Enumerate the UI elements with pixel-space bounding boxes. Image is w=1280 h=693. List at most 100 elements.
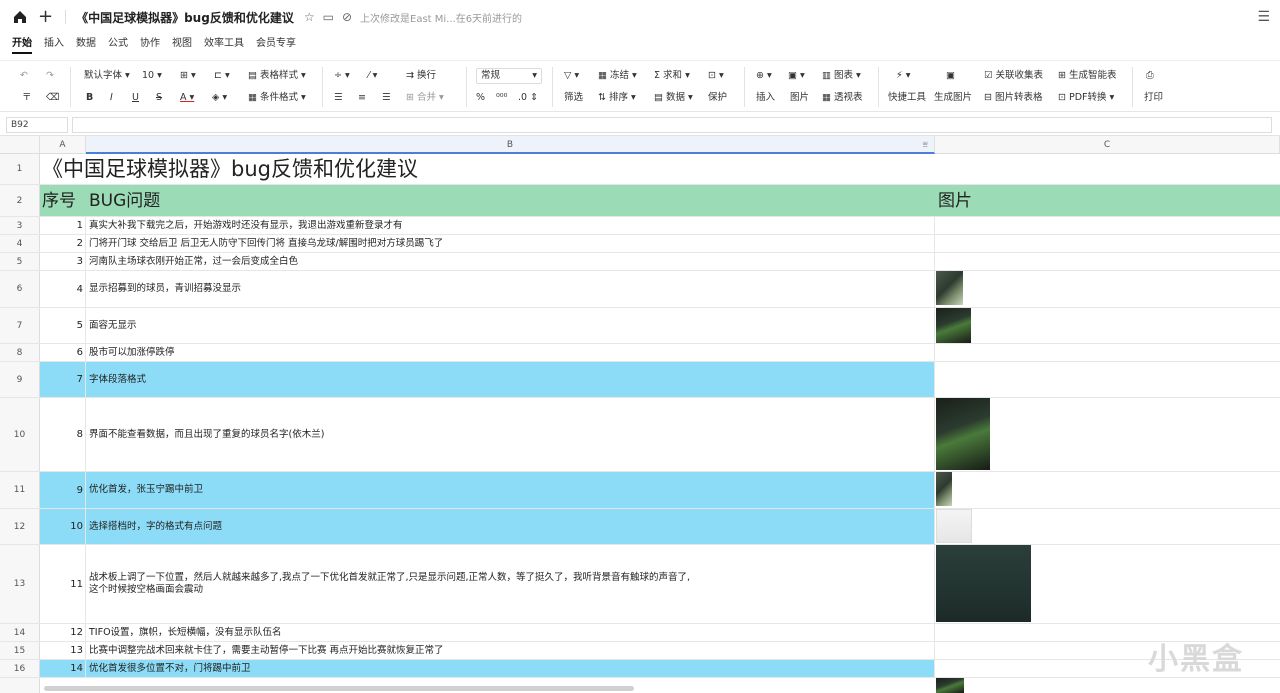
screenshot-thumbnail[interactable] xyxy=(936,271,963,305)
cell-bug[interactable]: 门将开门球 交给后卫 后卫无人防守下回传门将 直接乌龙球/解围时把对方球员踢飞了 xyxy=(86,235,935,252)
cell-image[interactable] xyxy=(935,509,1280,544)
align-right-icon[interactable]: ☰ xyxy=(382,87,391,109)
column-header-a[interactable]: A xyxy=(40,136,86,154)
italic-icon[interactable]: I xyxy=(110,87,113,109)
cell-index[interactable]: 2 xyxy=(40,235,86,252)
cell-bug[interactable]: 选择搭档时，字的格式有点问题 xyxy=(86,509,935,544)
cell-image[interactable] xyxy=(935,253,1280,270)
tab-efficiency[interactable]: 效率工具 xyxy=(204,34,244,54)
img-to-table-button[interactable]: ⊟ 图片转表格 xyxy=(984,87,1043,109)
thousands-icon[interactable]: ⁰⁰⁰ xyxy=(496,87,507,109)
merge-button[interactable]: ⊞ 合并 ▾ xyxy=(406,87,444,109)
row-number[interactable]: 9 xyxy=(0,362,40,397)
sum-button[interactable]: Σ 求和 ▾ xyxy=(654,65,690,87)
column-header-b[interactable]: B ⩸ xyxy=(86,136,935,154)
select-all-corner[interactable] xyxy=(0,136,40,154)
cell-image[interactable] xyxy=(935,271,1280,307)
tab-start[interactable]: 开始 xyxy=(12,34,32,54)
cell-image[interactable] xyxy=(935,472,1280,508)
screenshot-thumbnail[interactable] xyxy=(936,678,964,693)
screenshot-thumbnail[interactable] xyxy=(936,398,990,470)
bold-icon[interactable]: B xyxy=(86,87,93,109)
cond-format-button[interactable]: ▦ 条件格式 ▾ xyxy=(248,87,306,109)
filter-button[interactable]: 筛选 xyxy=(564,87,583,109)
redo-icon[interactable]: ↷ xyxy=(46,65,54,87)
protect-button[interactable]: 保护 xyxy=(708,87,727,109)
smart-table-button[interactable]: ⊞ 生成智能表 xyxy=(1058,65,1117,87)
cell-image[interactable] xyxy=(935,362,1280,397)
cell-image[interactable] xyxy=(935,235,1280,252)
header-image[interactable]: 图片 xyxy=(938,185,972,217)
cell-bug[interactable]: 界面不能查看数据，而且出现了重复的球员名字(依木兰) xyxy=(86,398,935,471)
cell-index[interactable]: 5 xyxy=(40,308,86,343)
text-orient-icon[interactable]: ⁄ ▾ xyxy=(368,65,377,87)
pdf-button[interactable]: ⊡ PDF转换 ▾ xyxy=(1058,87,1114,109)
cell-bug[interactable]: 显示招募到的球员，青训招募没显示 xyxy=(86,271,935,307)
sheet-title[interactable]: 《中国足球模拟器》bug反馈和优化建议 xyxy=(42,154,418,185)
sort-button[interactable]: ⇅ 排序 ▾ xyxy=(598,87,636,109)
cell-bug[interactable]: 战术板上调了一下位置，然后人就越来越多了,我点了一下优化首发就正常了,只是显示问… xyxy=(86,545,935,623)
row-number[interactable]: 3 xyxy=(0,217,40,234)
freeze-button[interactable]: ▦ 冻结 ▾ xyxy=(598,65,637,87)
insert-button[interactable]: 插入 xyxy=(756,87,775,109)
row-number[interactable]: 14 xyxy=(0,624,40,641)
formula-input[interactable] xyxy=(72,117,1272,133)
cell-bug[interactable]: 面容无显示 xyxy=(86,308,935,343)
cell-index[interactable]: 8 xyxy=(40,398,86,471)
cell-index[interactable]: 12 xyxy=(40,624,86,641)
tab-formula[interactable]: 公式 xyxy=(108,34,128,54)
cell-bug[interactable]: 比赛中调整完战术回来就卡住了，需要主动暂停一下比赛 再点开始比赛就恢复正常了 xyxy=(86,642,935,659)
filter-icon[interactable]: ▽ ▾ xyxy=(564,65,579,87)
row-number[interactable]: 10 xyxy=(0,398,40,471)
screenshot-thumbnail[interactable] xyxy=(936,545,1031,622)
cell-image[interactable] xyxy=(935,344,1280,361)
header-index[interactable]: 序号 xyxy=(42,185,76,217)
screenshot-thumbnail[interactable] xyxy=(936,308,971,343)
cell-size-icon[interactable]: ⊏ ▾ xyxy=(214,65,230,87)
cell-bug[interactable]: 股市可以加涨停跌停 xyxy=(86,344,935,361)
hamburger-menu-icon[interactable]: ☰ xyxy=(1257,9,1270,25)
collect-button[interactable]: ☑ 关联收集表 xyxy=(984,65,1043,87)
print-button[interactable]: 打印 xyxy=(1144,87,1163,109)
fill-color-icon[interactable]: ◈ ▾ xyxy=(212,87,227,109)
column-header-c[interactable]: C xyxy=(935,136,1280,154)
row-number[interactable]: 4 xyxy=(0,235,40,252)
table-style-button[interactable]: ▤ 表格样式 ▾ xyxy=(248,65,306,87)
row-number[interactable]: 1 xyxy=(0,154,40,184)
cell-bug[interactable]: TIFO设置，旗帜，长短横幅，没有显示队伍名 xyxy=(86,624,935,641)
font-color-icon[interactable]: A ▾ xyxy=(180,87,194,109)
format-painter-icon[interactable]: 〒 xyxy=(22,87,32,109)
last-modified-status[interactable]: 上次修改是East Mi...在6天前进行的 xyxy=(360,10,522,25)
cell-bug[interactable]: 真实大补我下载完之后，开始游戏时还没有显示，我退出游戏重新登录才有 xyxy=(86,217,935,234)
screenshot-thumbnail[interactable] xyxy=(936,509,972,543)
quick-tools-icon[interactable]: ⚡ ▾ xyxy=(896,65,910,87)
underline-icon[interactable]: U xyxy=(132,87,139,109)
chart-button[interactable]: ▥ 图表 ▾ xyxy=(822,65,861,87)
gen-image-button[interactable]: 生成图片 xyxy=(934,87,972,109)
cell-image[interactable] xyxy=(935,217,1280,234)
document-title[interactable]: 《中国足球模拟器》bug反馈和优化建议 xyxy=(76,9,294,26)
cell-index[interactable]: 6 xyxy=(40,344,86,361)
row-number[interactable]: 6 xyxy=(0,271,40,307)
align-left-icon[interactable]: ☰ xyxy=(334,87,343,109)
tab-insert[interactable]: 插入 xyxy=(44,34,64,54)
data-button[interactable]: ▤ 数据 ▾ xyxy=(654,87,693,109)
row-number[interactable]: 2 xyxy=(0,185,40,216)
row-number[interactable]: 7 xyxy=(0,308,40,343)
cell-index[interactable]: 10 xyxy=(40,509,86,544)
row-number[interactable]: 16 xyxy=(0,660,40,677)
decimal-icon[interactable]: .0 ⇕ xyxy=(518,87,538,109)
tab-view[interactable]: 视图 xyxy=(172,34,192,54)
row-number[interactable]: 8 xyxy=(0,344,40,361)
screenshot-thumbnail[interactable] xyxy=(936,472,952,506)
quick-tools-button[interactable]: 快捷工具 xyxy=(888,87,926,109)
image-icon[interactable]: ▣ ▾ xyxy=(788,65,805,87)
tab-member[interactable]: 会员专享 xyxy=(256,34,296,54)
new-tab-icon[interactable]: + xyxy=(38,8,53,26)
tab-collab[interactable]: 协作 xyxy=(140,34,160,54)
cell-image[interactable] xyxy=(935,678,1280,693)
cell-image[interactable] xyxy=(935,308,1280,343)
number-format-select[interactable]: 常规 ▾ xyxy=(476,68,542,84)
horizontal-scrollbar[interactable] xyxy=(44,686,634,691)
row-number[interactable]: 5 xyxy=(0,253,40,270)
